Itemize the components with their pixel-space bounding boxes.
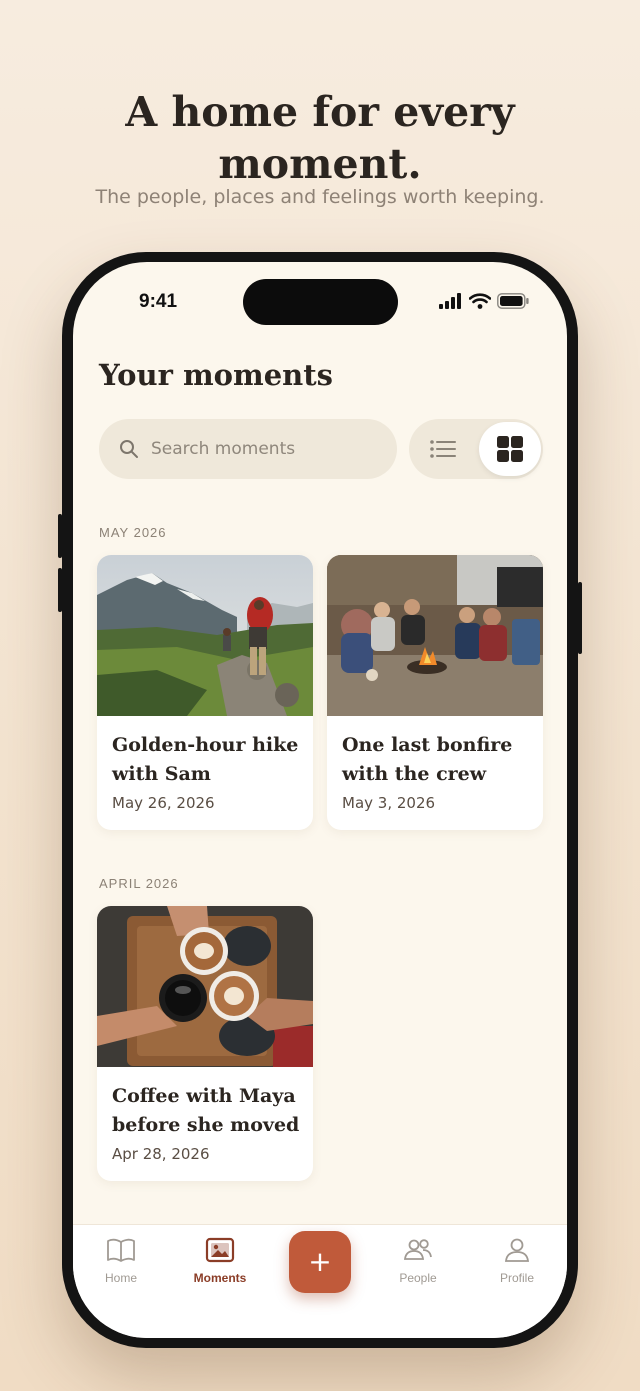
dynamic-island — [243, 279, 398, 325]
plus-icon: + — [308, 1245, 332, 1278]
add-moment-button[interactable]: + — [289, 1231, 351, 1293]
hero-subtitle: The people, places and feelings worth ke… — [95, 186, 545, 208]
battery-icon — [497, 293, 529, 309]
hero-title-line2: moment. — [218, 140, 422, 188]
phone-side-button — [578, 582, 582, 654]
search-input[interactable]: Search moments — [99, 419, 397, 479]
hero-title-line1: A home for every — [125, 88, 515, 136]
tab-label: People — [399, 1271, 437, 1285]
mountain-hike-photo — [97, 555, 313, 716]
card-date: May 3, 2026 — [342, 794, 436, 812]
moment-card[interactable]: Golden-hour hike with Sam May 26, 2026 — [97, 555, 313, 830]
moment-card[interactable]: Coffee with Maya before she moved Apr 28… — [97, 906, 313, 1181]
phone-frame: 9:41 Your moments Search moments MAY 202… — [58, 252, 582, 1348]
phone-side-button — [58, 514, 62, 558]
grid-icon — [497, 436, 523, 462]
cellular-signal-icon — [439, 293, 461, 309]
view-toggle — [409, 419, 543, 479]
card-title: Golden-hour hike with Sam — [112, 734, 299, 785]
person-icon — [504, 1238, 530, 1262]
tab-moments[interactable]: Moments — [180, 1237, 260, 1285]
status-icons — [439, 293, 529, 309]
status-time: 9:41 — [139, 291, 178, 312]
bonfire-friends-photo — [327, 555, 543, 716]
tab-label: Profile — [499, 1271, 534, 1285]
tab-profile[interactable]: Profile — [477, 1237, 557, 1285]
wifi-icon — [469, 293, 491, 309]
people-icon — [403, 1239, 432, 1260]
section-label-april: APRIL 2026 — [99, 876, 179, 891]
card-date: Apr 28, 2026 — [112, 1145, 210, 1163]
tab-people[interactable]: People — [378, 1237, 458, 1285]
card-date: May 26, 2026 — [112, 794, 215, 812]
card-title: Coffee with Maya before she moved — [112, 1085, 300, 1136]
tab-home[interactable]: Home — [81, 1237, 161, 1285]
tab-bar: Home Moments + People Profile — [73, 1224, 567, 1338]
list-view-button[interactable] — [419, 425, 467, 473]
tab-label: Moments — [193, 1271, 247, 1285]
grid-view-button[interactable] — [479, 422, 541, 476]
book-icon — [107, 1238, 135, 1262]
moment-card[interactable]: One last bonfire with the crew May 3, 20… — [327, 555, 543, 830]
coffee-cheers-photo — [97, 906, 313, 1067]
phone-side-button — [58, 568, 62, 612]
search-placeholder: Search moments — [151, 439, 296, 459]
section-label-may: MAY 2026 — [99, 525, 167, 540]
card-title: One last bonfire with the crew — [342, 734, 513, 785]
photo-album-icon — [205, 1237, 235, 1263]
list-icon — [430, 440, 456, 458]
hero-title: A home for every moment. — [0, 86, 640, 190]
phone-screen: 9:41 Your moments Search moments MAY 202… — [73, 262, 567, 1338]
tab-label: Home — [104, 1271, 137, 1285]
page-title: Your moments — [99, 358, 333, 392]
search-icon — [120, 440, 138, 458]
